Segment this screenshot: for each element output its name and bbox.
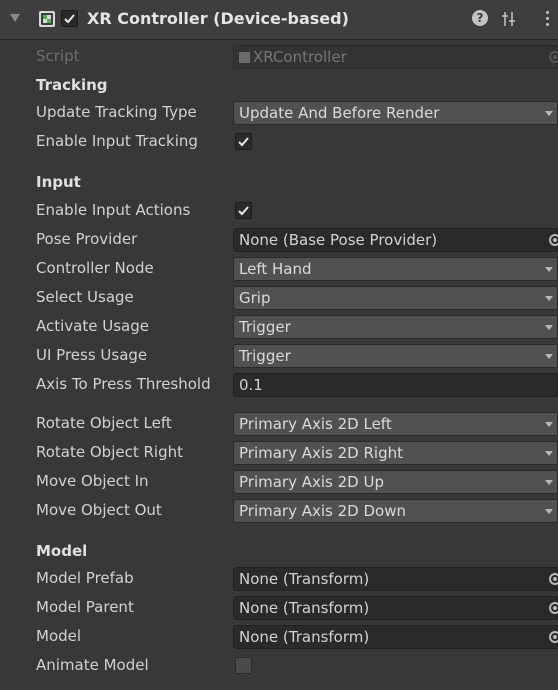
axis-to-press-threshold-field[interactable]: 0.1 — [233, 373, 558, 397]
model-field[interactable]: None (Transform) — [233, 625, 558, 649]
model-parent-field[interactable]: None (Transform) — [233, 596, 558, 620]
model-prefab-row: Model Prefab None (Transform) — [0, 565, 558, 594]
pose-provider-field[interactable]: None (Base Pose Provider) — [233, 228, 558, 252]
component-header[interactable]: XR Controller (Device-based) ? — [0, 0, 558, 40]
axis-to-press-threshold-row: Axis To Press Threshold 0.1 — [0, 371, 558, 400]
object-picker-icon[interactable] — [549, 573, 558, 585]
enable-input-actions-label: Enable Input Actions — [36, 201, 191, 219]
update-tracking-type-dropdown[interactable]: Update And Before Render — [233, 101, 558, 125]
animate-model-checkbox[interactable] — [235, 657, 252, 674]
rotate-object-right-row: Rotate Object Right Primary Axis 2D Righ… — [0, 439, 558, 468]
dropdown-arrow-icon — [545, 296, 553, 301]
rotate-object-right-value: Primary Axis 2D Right — [239, 444, 403, 462]
dropdown-arrow-icon — [545, 422, 553, 427]
activate-usage-dropdown[interactable]: Trigger — [233, 315, 558, 339]
foldout-arrow-icon[interactable] — [10, 14, 20, 22]
controller-node-value: Left Hand — [239, 260, 312, 278]
rotate-object-left-value: Primary Axis 2D Left — [239, 415, 392, 433]
move-object-out-row: Move Object Out Primary Axis 2D Down — [0, 497, 558, 526]
component-title: XR Controller (Device-based) — [87, 9, 349, 28]
model-label: Model — [36, 627, 82, 645]
ui-press-usage-label: UI Press Usage — [36, 346, 148, 364]
controller-node-dropdown[interactable]: Left Hand — [233, 257, 558, 281]
enable-input-tracking-row: Enable Input Tracking — [0, 128, 558, 157]
dropdown-arrow-icon — [545, 451, 553, 456]
object-picker-icon[interactable] — [549, 631, 558, 643]
script-field: XRController — [233, 45, 558, 69]
object-picker-icon[interactable] — [549, 602, 558, 614]
update-tracking-type-label: Update Tracking Type — [36, 103, 197, 121]
vertical-ellipsis-icon[interactable] — [546, 11, 550, 27]
ui-press-usage-value: Trigger — [239, 347, 291, 365]
axis-to-press-threshold-value: 0.1 — [239, 376, 263, 394]
activate-usage-label: Activate Usage — [36, 317, 149, 335]
script-label: Script — [36, 47, 80, 65]
script-row: Script XRController — [0, 43, 558, 72]
rotate-object-left-label: Rotate Object Left — [36, 414, 172, 432]
model-prefab-field[interactable]: None (Transform) — [233, 567, 558, 591]
model-prefab-value: None (Transform) — [239, 570, 370, 588]
activate-usage-value: Trigger — [239, 318, 291, 336]
rotate-object-right-label: Rotate Object Right — [36, 443, 183, 461]
pose-provider-value: None (Base Pose Provider) — [239, 231, 438, 249]
model-value: None (Transform) — [239, 628, 370, 646]
xr-controller-component-icon — [38, 10, 56, 28]
script-value: XRController — [253, 48, 347, 66]
dropdown-arrow-icon — [545, 267, 553, 272]
object-picker-icon[interactable] — [549, 234, 558, 246]
controller-node-label: Controller Node — [36, 259, 154, 277]
dropdown-arrow-icon — [545, 509, 553, 514]
question-mark-icon[interactable]: ? — [472, 10, 488, 26]
ui-press-usage-dropdown[interactable]: Trigger — [233, 344, 558, 368]
select-usage-value: Grip — [239, 289, 271, 307]
pose-provider-label: Pose Provider — [36, 230, 138, 248]
select-usage-dropdown[interactable]: Grip — [233, 286, 558, 310]
script-file-icon — [239, 52, 250, 63]
dropdown-arrow-icon — [545, 325, 553, 330]
animate-model-label: Animate Model — [36, 656, 149, 674]
section-input: Input — [36, 173, 81, 191]
pose-provider-row: Pose Provider None (Base Pose Provider) — [0, 226, 558, 255]
enable-input-tracking-label: Enable Input Tracking — [36, 132, 198, 150]
move-object-out-value: Primary Axis 2D Down — [239, 502, 406, 520]
animate-model-row: Animate Model — [0, 652, 558, 681]
model-parent-label: Model Parent — [36, 598, 134, 616]
enable-input-actions-row: Enable Input Actions — [0, 197, 558, 226]
enable-input-actions-checkbox[interactable] — [235, 202, 252, 219]
activate-usage-row: Activate Usage Trigger — [0, 313, 558, 342]
object-picker-icon — [549, 51, 558, 63]
select-usage-label: Select Usage — [36, 288, 134, 306]
move-object-in-label: Move Object In — [36, 472, 149, 490]
move-object-in-row: Move Object In Primary Axis 2D Up — [0, 468, 558, 497]
component-enabled-checkbox[interactable] — [61, 10, 78, 27]
dropdown-arrow-icon — [545, 480, 553, 485]
move-object-out-label: Move Object Out — [36, 501, 162, 519]
model-row: Model None (Transform) — [0, 623, 558, 652]
update-tracking-type-value: Update And Before Render — [239, 104, 440, 122]
dropdown-arrow-icon — [545, 111, 553, 116]
axis-to-press-threshold-label: Axis To Press Threshold — [36, 375, 211, 393]
section-model: Model — [36, 542, 88, 560]
rotate-object-right-dropdown[interactable]: Primary Axis 2D Right — [233, 441, 558, 465]
select-usage-row: Select Usage Grip — [0, 284, 558, 313]
controller-node-row: Controller Node Left Hand — [0, 255, 558, 284]
move-object-in-dropdown[interactable]: Primary Axis 2D Up — [233, 470, 558, 494]
enable-input-tracking-checkbox[interactable] — [235, 133, 252, 150]
rotate-object-left-row: Rotate Object Left Primary Axis 2D Left — [0, 410, 558, 439]
ui-press-usage-row: UI Press Usage Trigger — [0, 342, 558, 371]
dropdown-arrow-icon — [545, 354, 553, 359]
update-tracking-type-row: Update Tracking Type Update And Before R… — [0, 99, 558, 128]
move-object-out-dropdown[interactable]: Primary Axis 2D Down — [233, 499, 558, 523]
model-parent-row: Model Parent None (Transform) — [0, 594, 558, 623]
presets-sliders-icon[interactable] — [500, 10, 518, 28]
rotate-object-left-dropdown[interactable]: Primary Axis 2D Left — [233, 412, 558, 436]
move-object-in-value: Primary Axis 2D Up — [239, 473, 384, 491]
model-parent-value: None (Transform) — [239, 599, 370, 617]
section-tracking: Tracking — [36, 76, 108, 94]
model-prefab-label: Model Prefab — [36, 569, 134, 587]
